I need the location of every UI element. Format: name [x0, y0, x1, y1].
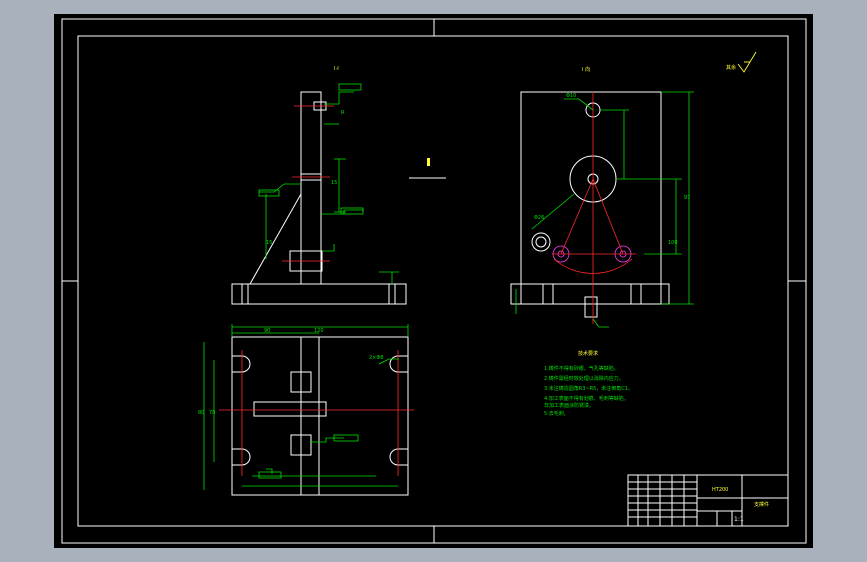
side-view-base	[510, 283, 670, 305]
svg-text:100: 100	[668, 240, 678, 246]
side-view-label: I 向	[582, 66, 590, 73]
sheet-outer-border	[61, 18, 807, 544]
vertical-wall	[300, 91, 322, 285]
base-plate	[231, 283, 407, 305]
svg-text:90: 90	[264, 328, 270, 334]
scale-text: 1:1	[734, 516, 744, 523]
svg-text:4.加工表面不得有划痕、毛刺等缺陷，: 4.加工表面不得有划痕、毛刺等缺陷，	[544, 395, 629, 402]
base-hole-right	[388, 283, 396, 305]
side-view-outline	[520, 91, 662, 305]
view-arrow-I	[409, 158, 446, 179]
svg-text:Φ26: Φ26	[534, 215, 544, 221]
title-block: HT200 支撑件 1:1	[627, 474, 789, 527]
svg-text:15: 15	[266, 240, 272, 246]
roughness-symbol: 其余	[726, 51, 757, 73]
drawing-canvas: I-I R 15 15 120 90 80 70 2×Φ8 I 向 97 100…	[61, 18, 807, 544]
slot-bottom-right	[389, 448, 408, 466]
svg-text:2.铸件需经时效处理以消除内应力。: 2.铸件需经时效处理以消除内应力。	[544, 375, 624, 382]
svg-text:Φ10: Φ10	[566, 93, 576, 99]
side-view: I 向 97 100 Φ10 Φ26	[510, 66, 694, 328]
top-view-boss	[253, 401, 327, 417]
svg-text:R: R	[341, 110, 345, 116]
tech-requirements: 技术要求 1.铸件不得有砂眼、气孔等缺陷。 2.铸件需经时效处理以消除内应力。 …	[544, 350, 633, 417]
base-hole-left	[241, 283, 249, 305]
drawing-frame	[77, 35, 789, 527]
slot-top-right	[389, 355, 408, 373]
front-section-label: I-I	[334, 66, 339, 72]
front-section-view: I-I R 15 15	[231, 66, 407, 305]
svg-text:1.铸件不得有砂眼、气孔等缺陷。: 1.铸件不得有砂眼、气孔等缺陷。	[544, 365, 619, 372]
svg-text:2×Φ8: 2×Φ8	[369, 355, 384, 361]
svg-text:5.去毛刺。: 5.去毛刺。	[544, 410, 569, 417]
slot-bottom-left	[232, 448, 251, 466]
material-text: HT200	[712, 487, 728, 493]
front-dimensions	[258, 83, 399, 284]
svg-text:97: 97	[684, 195, 690, 201]
svg-text:15: 15	[331, 180, 337, 186]
boss-outer	[531, 232, 551, 252]
svg-text:70: 70	[209, 410, 215, 416]
tech-req-title: 技术要求	[578, 350, 598, 357]
part-name-text: 支撑件	[754, 501, 769, 508]
svg-text:3.未注铸造圆角R3~R5，未注倒角C1。: 3.未注铸造圆角R3~R5，未注倒角C1。	[544, 385, 633, 392]
svg-text:80: 80	[198, 410, 204, 416]
svg-text:非加工表面涂防锈漆。: 非加工表面涂防锈漆。	[544, 402, 594, 409]
svg-text:其余: 其余	[726, 64, 736, 71]
slot-top-left	[232, 355, 251, 373]
svg-text:120: 120	[314, 328, 324, 334]
cad-viewport[interactable]: I-I R 15 15 120 90 80 70 2×Φ8 I 向 97 100…	[54, 14, 813, 548]
top-view: 120 90 80 70 2×Φ8	[198, 324, 414, 496]
